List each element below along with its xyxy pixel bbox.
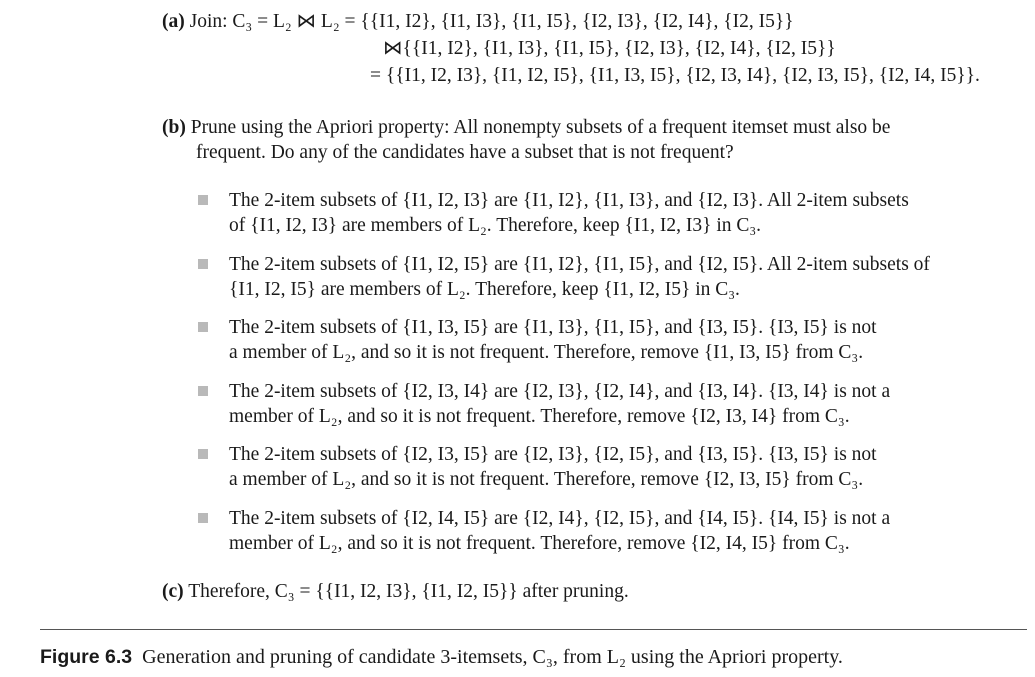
bullet-marker [198, 259, 208, 269]
part-a-line-3: = {{I1, I2, I3}, {I1, I2, I5}, {I1, I3, … [370, 65, 980, 86]
figure-caption-text: Generation and pruning of candidate 3-it… [142, 646, 843, 668]
part-a-line-2: ⋈{{I1, I2}, {I1, I3}, {I1, I5}, {I2, I3}… [383, 38, 836, 59]
bullet-2-line-1: The 2-item subsets of {I1, I2, I5} are {… [229, 254, 930, 275]
part-b-line-2: frequent. Do any of the candidates have … [196, 142, 734, 163]
part-c-label: (c) [162, 581, 184, 602]
bullet-marker [198, 449, 208, 459]
bullet-marker [198, 513, 208, 523]
bullet-3-line-1: The 2-item subsets of {I1, I3, I5} are {… [229, 317, 877, 338]
bullet-marker [198, 322, 208, 332]
figure-label: Figure 6.3 [40, 646, 133, 668]
part-c-line: (c) Therefore, C₃ = {{I1, I2, I3}, {I1, … [162, 580, 629, 604]
bullet-3-line-2: a member of L₂, and so it is not frequen… [229, 342, 864, 363]
part-b-intro-text: Prune using the Apriori property: All no… [190, 117, 891, 138]
part-a-join-text: Join: C₃ = L₂ ⋈ L₂ = {{I1, I2}, {I1, I3}… [189, 11, 794, 32]
bullet-6-line-1: The 2-item subsets of {I2, I4, I5} are {… [229, 508, 891, 529]
caption-divider [40, 629, 1027, 630]
bullet-marker [198, 195, 208, 205]
bullet-1-line-2: of {I1, I2, I3} are members of L₂. There… [229, 215, 762, 236]
part-b-label: (b) [162, 117, 186, 138]
part-b-line-1: (b) Prune using the Apriori property: Al… [162, 116, 890, 140]
bullet-4-line-1: The 2-item subsets of {I2, I3, I4} are {… [229, 381, 891, 402]
part-a-label: (a) [162, 11, 185, 32]
bullet-5-line-2: a member of L₂, and so it is not frequen… [229, 469, 864, 490]
part-c-text: Therefore, C₃ = {{I1, I2, I3}, {I1, I2, … [188, 581, 629, 602]
bullet-2-line-2: {I1, I2, I5} are members of L₂. Therefor… [229, 279, 740, 300]
part-a-line-1: (a) Join: C₃ = L₂ ⋈ L₂ = {{I1, I2}, {I1,… [162, 10, 794, 34]
figure-caption: Figure 6.3 Generation and pruning of cand… [40, 646, 843, 669]
bullet-5-line-1: The 2-item subsets of {I2, I3, I5} are {… [229, 444, 877, 465]
bullet-4-line-2: member of L₂, and so it is not frequent.… [229, 406, 850, 427]
bullet-marker [198, 386, 208, 396]
bullet-6-line-2: member of L₂, and so it is not frequent.… [229, 533, 850, 554]
bullet-1-line-1: The 2-item subsets of {I1, I2, I3} are {… [229, 190, 909, 211]
